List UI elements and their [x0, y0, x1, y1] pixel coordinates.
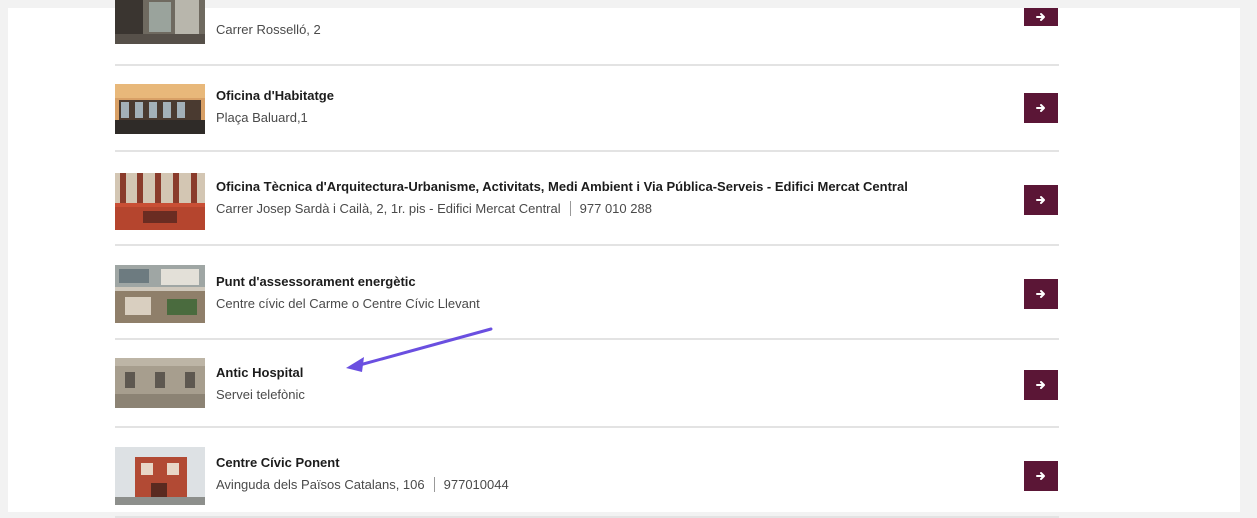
list-item[interactable]: Oficina Tècnica d'Arquitectura-Urbanisme… [115, 152, 1059, 246]
arrow-right-icon [1036, 472, 1045, 480]
open-item-button[interactable] [1024, 93, 1058, 123]
open-item-button[interactable] [1024, 370, 1058, 400]
item-address: Plaça Baluard,1 [216, 110, 308, 125]
item-title: Punt d'assessorament energètic [216, 274, 416, 289]
item-address-line: Carrer Rosselló, 2 [216, 22, 321, 37]
location-thumbnail [115, 265, 205, 323]
separator-pipe [569, 201, 571, 216]
list-item[interactable]: Oficina d'Habitatge Plaça Baluard,1 [115, 66, 1059, 152]
item-address: Carrer Rosselló, 2 [216, 22, 321, 37]
location-thumbnail [115, 173, 205, 230]
item-title: Oficina Tècnica d'Arquitectura-Urbanisme… [216, 179, 908, 194]
list-item[interactable]: Carrer Rosselló, 2 [115, 0, 1059, 66]
list-item[interactable]: Punt d'assessorament energètic Centre cí… [115, 246, 1059, 340]
page: Carrer Rosselló, 2 Oficina d'Habitatge P… [8, 0, 1240, 518]
location-thumbnail [115, 447, 205, 505]
item-address-line: Centre cívic del Carme o Centre Cívic Ll… [216, 296, 480, 311]
open-item-button[interactable] [1024, 8, 1058, 26]
item-title: Oficina d'Habitatge [216, 88, 334, 103]
item-phone: 977010044 [443, 477, 509, 492]
item-title: Centre Cívic Ponent [216, 455, 340, 470]
separator-pipe [433, 477, 435, 492]
item-address: Avinguda dels Països Catalans, 106 [216, 477, 425, 492]
office-list: Carrer Rosselló, 2 Oficina d'Habitatge P… [115, 0, 1059, 518]
arrow-right-icon [1036, 104, 1045, 112]
open-item-button[interactable] [1024, 279, 1058, 309]
arrow-right-icon [1036, 290, 1045, 298]
arrow-right-icon [1036, 381, 1045, 389]
item-address-line: Carrer Josep Sardà i Cailà, 2, 1r. pis -… [216, 201, 652, 216]
item-address-line: Avinguda dels Països Catalans, 106 97701… [216, 477, 509, 492]
location-thumbnail [115, 0, 205, 44]
location-thumbnail [115, 358, 205, 408]
list-item[interactable]: Antic Hospital Servei telefònic [115, 340, 1059, 428]
item-address-line: Plaça Baluard,1 [216, 110, 308, 125]
list-item[interactable]: Centre Cívic Ponent Avinguda dels Països… [115, 428, 1059, 518]
item-title: Antic Hospital [216, 365, 304, 380]
item-address: Centre cívic del Carme o Centre Cívic Ll… [216, 296, 480, 311]
open-item-button[interactable] [1024, 461, 1058, 491]
location-thumbnail [115, 84, 205, 134]
open-item-button[interactable] [1024, 185, 1058, 215]
item-address: Carrer Josep Sardà i Cailà, 2, 1r. pis -… [216, 201, 561, 216]
item-phone: 977 010 288 [579, 201, 652, 216]
item-address: Servei telefònic [216, 387, 305, 402]
arrow-right-icon [1036, 196, 1045, 204]
arrow-right-icon [1036, 13, 1045, 21]
item-address-line: Servei telefònic [216, 387, 305, 402]
